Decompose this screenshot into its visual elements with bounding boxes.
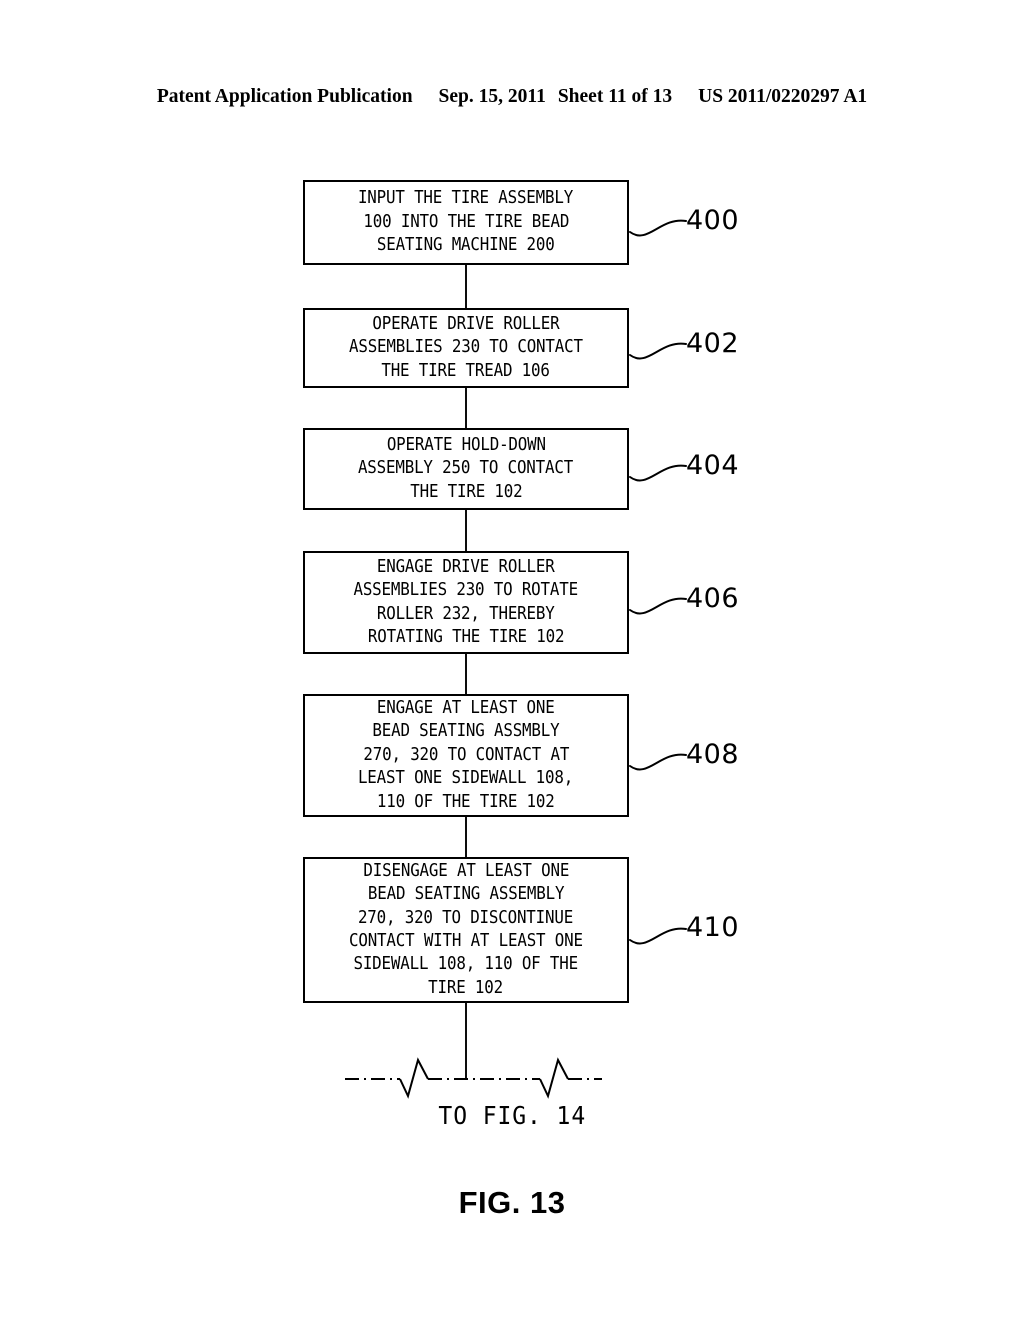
break-line — [345, 1057, 602, 1099]
process-box-410-line-6: TIRE 102 — [428, 977, 504, 998]
process-box-408-line-2: BEAD SEATING ASSMBLY — [372, 721, 560, 742]
process-box-406-line-1: ENGAGE DRIVE ROLLER — [377, 556, 555, 577]
break-zigzag-left — [399, 1057, 429, 1099]
process-box-400: INPUT THE TIRE ASSEMBLY 100 INTO THE TIR… — [303, 180, 629, 265]
process-box-408-line-5: 110 OF THE TIRE 102 — [377, 791, 555, 812]
leader-line-410 — [629, 927, 687, 945]
process-box-402-line-3: THE TIRE TREAD 106 — [381, 360, 551, 381]
process-box-404-line-3: THE TIRE 102 — [409, 481, 523, 502]
figure-13-drawing: INPUT THE TIRE ASSEMBLY 100 INTO THE TIR… — [0, 0, 1024, 1320]
process-box-404: OPERATE HOLD-DOWN ASSEMBLY 250 TO CONTAC… — [303, 428, 629, 510]
figure-caption: FIG. 13 — [458, 1185, 566, 1220]
leader-line-406 — [629, 597, 687, 615]
continuation-label: TO FIG. 14 — [0, 1101, 1024, 1130]
reference-numeral-406: 406 — [686, 583, 740, 614]
reference-numeral-400: 400 — [686, 205, 740, 236]
leader-line-400 — [629, 219, 687, 237]
process-box-410-line-3: 270, 320 TO DISCONTINUE — [358, 907, 574, 928]
process-box-408-line-3: 270, 320 TO CONTACT AT — [363, 744, 569, 765]
process-box-402-line-1: OPERATE DRIVE ROLLER — [372, 313, 560, 334]
process-box-402-line-2: ASSEMBLIES 230 TO CONTACT — [349, 337, 583, 358]
process-box-404-line-1: OPERATE HOLD-DOWN — [386, 434, 546, 455]
process-box-410-line-4: CONTACT WITH AT LEAST ONE — [349, 931, 583, 951]
leader-line-408 — [629, 753, 687, 771]
reference-numeral-404: 404 — [686, 450, 740, 481]
process-box-408: ENGAGE AT LEAST ONE BEAD SEATING ASSMBLY… — [303, 694, 629, 817]
break-zigzag-right — [539, 1057, 569, 1099]
process-box-410-line-1: DISENGAGE AT LEAST ONE — [363, 860, 569, 881]
leader-line-404 — [629, 464, 687, 482]
process-box-400-line-2: 100 INTO THE TIRE BEAD — [363, 211, 569, 232]
process-box-406-line-3: ROLLER 232, THEREBY — [377, 603, 555, 624]
process-box-400-line-1: INPUT THE TIRE ASSEMBLY — [358, 188, 574, 209]
reference-numeral-408: 408 — [686, 739, 740, 770]
leader-line-402 — [629, 342, 687, 360]
process-box-406: ENGAGE DRIVE ROLLER ASSEMBLIES 230 TO RO… — [303, 551, 629, 654]
process-box-410-line-2: BEAD SEATING ASSEMBLY — [367, 884, 565, 905]
process-box-406-line-2: ASSEMBLIES 230 TO ROTATE — [353, 580, 579, 601]
process-box-410-line-5: SIDEWALL 108, 110 OF THE — [353, 954, 579, 975]
process-box-404-line-2: ASSEMBLY 250 TO CONTACT — [358, 458, 574, 479]
process-box-408-line-1: ENGAGE AT LEAST ONE — [377, 697, 555, 718]
process-box-410: DISENGAGE AT LEAST ONE BEAD SEATING ASSE… — [303, 857, 629, 1003]
process-box-408-line-4: LEAST ONE SIDEWALL 108, — [358, 768, 574, 789]
process-box-406-line-4: ROTATING THE TIRE 102 — [367, 626, 565, 647]
leader-lines — [629, 219, 687, 945]
reference-numeral-402: 402 — [686, 328, 740, 359]
process-box-402: OPERATE DRIVE ROLLER ASSEMBLIES 230 TO C… — [303, 308, 629, 388]
reference-numeral-410: 410 — [686, 912, 740, 943]
process-box-400-line-3: SEATING MACHINE 200 — [377, 235, 555, 256]
continuation-label-text: TO FIG. 14 — [438, 1101, 586, 1130]
